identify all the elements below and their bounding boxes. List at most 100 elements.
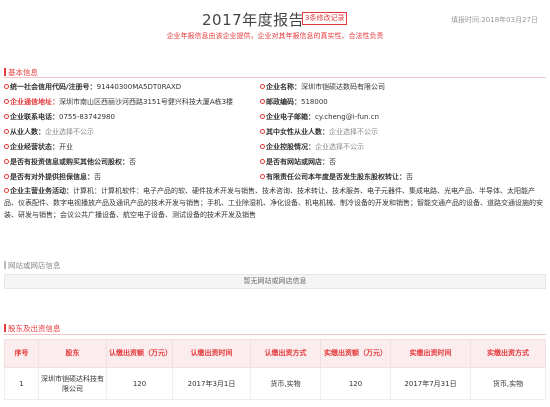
employees-field: 从业人数：企业选择不公示 <box>4 125 94 140</box>
bullet-icon <box>4 129 9 134</box>
website-field: 是否有网站或网店：否 <box>260 155 336 170</box>
email-field: 企业电子邮箱：cy.cheng@i-fun.cn <box>260 110 379 125</box>
col-header-paid-method: 实缴出资方式 <box>470 339 546 368</box>
section-shareholders-title: 股东及出资信息 <box>8 324 61 333</box>
cell-paid-date: 2017年7月31日 <box>390 367 471 400</box>
employees-label: 从业人数： <box>10 128 45 136</box>
basic-info-panel: 统一社会信用代码/注册号：91440300MA5DT0RAXD 企业名称：深圳市… <box>4 76 546 235</box>
col-header-subscribed-method: 认缴出资方式 <box>250 339 321 368</box>
female-employees-label: 其中女性从业人数： <box>266 128 329 136</box>
bullet-icon <box>260 99 265 104</box>
cell-subscribed-method: 货币,实物 <box>250 367 321 400</box>
bullet-icon <box>4 99 9 104</box>
section-marker-icon <box>4 68 6 76</box>
info-row: 企业通信地址：深圳市南山区西丽沙河西路3151号健兴科技大厦A栋3楼 邮政编码：… <box>4 95 546 110</box>
fill-date: 填报时间:2018年03月27日 <box>451 16 538 24</box>
holding-field: 企业控股情况：企业选择不公示 <box>260 140 364 155</box>
bullet-icon <box>4 174 9 179</box>
section-shareholders: 股东及出资信息 <box>4 323 61 334</box>
employees-value: 企业选择不公示 <box>45 128 94 136</box>
cell-shareholder: 深圳市铠硕达科技有限公司 <box>38 367 107 400</box>
info-row: 企业主营业务活动：计算机：计算机软件：电子产品的软、硬件技术开发与销售、技术咨询… <box>4 185 546 235</box>
section-website-title: 网站或网店信息 <box>8 261 61 270</box>
bullet-icon <box>260 129 265 134</box>
bullet-icon <box>260 84 265 89</box>
bullet-icon <box>4 188 9 193</box>
cell-paid-amount: 120 <box>320 367 391 400</box>
status-label: 企业经营状态： <box>10 143 59 151</box>
status-field: 企业经营状态：开业 <box>4 140 73 155</box>
company-name-field: 企业名称：深圳市铠硕达数码有限公司 <box>260 80 385 95</box>
section-website-info: 网站或网店信息 <box>4 260 61 271</box>
guarantee-field: 是否有对外提供担保信息：否 <box>4 170 101 185</box>
info-row: 是否有对外提供担保信息：否 有限责任公司本年度是否发生股东股权转让：否 <box>4 170 546 185</box>
company-name-label: 企业名称： <box>266 83 301 91</box>
col-header-shareholder: 股东 <box>38 339 107 368</box>
transfer-field: 有限责任公司本年度是否发生股东股权转让：否 <box>260 170 413 185</box>
info-row: 企业经营状态：开业 企业控股情况：企业选择不公示 <box>4 140 546 155</box>
credit-code-label: 统一社会信用代码/注册号： <box>10 83 97 91</box>
email-label: 企业电子邮箱： <box>266 113 315 121</box>
transfer-label: 有限责任公司本年度是否发生股东股权转让： <box>266 173 406 181</box>
report-disclaimer: 企业年报信息由该企业提供，企业对其年报信息的真实性、合法性负责 <box>166 32 384 40</box>
info-row: 统一社会信用代码/注册号：91440300MA5DT0RAXD 企业名称：深圳市… <box>4 80 546 95</box>
cell-subscribed-amount: 120 <box>106 367 173 400</box>
info-row: 从业人数：企业选择不公示 其中女性从业人数：企业选择不公示 <box>4 125 546 140</box>
cell-paid-method: 货币,实物 <box>470 367 546 400</box>
table-row: 1 深圳市铠硕达科技有限公司 120 2017年3月1日 货币,实物 120 2… <box>4 367 546 400</box>
transfer-value: 否 <box>406 173 413 181</box>
invest-value: 否 <box>129 158 136 166</box>
postcode-value: 518000 <box>301 98 328 106</box>
cell-subscribed-date: 2017年3月1日 <box>172 367 251 400</box>
address-field: 企业通信地址：深圳市南山区西丽沙河西路3151号健兴科技大厦A栋3楼 <box>4 95 233 110</box>
address-label: 企业通信地址： <box>10 98 59 106</box>
col-header-subscribed-date: 认缴出资时间 <box>172 339 251 368</box>
table-header-row: 序号 股东 认缴出资额（万元） 认缴出资时间 认缴出资方式 实缴出资额（万元） … <box>4 339 546 368</box>
guarantee-value: 否 <box>94 173 101 181</box>
bullet-icon <box>4 84 9 89</box>
guarantee-label: 是否有对外提供担保信息： <box>10 173 94 181</box>
section-divider <box>4 334 546 335</box>
bullet-icon <box>260 159 265 164</box>
page-title: 2017年度报告 <box>202 11 305 29</box>
bullet-icon <box>260 174 265 179</box>
postcode-label: 邮政编码： <box>266 98 301 106</box>
website-value: 否 <box>329 158 336 166</box>
company-name-value: 深圳市铠硕达数码有限公司 <box>301 83 385 91</box>
bullet-icon <box>4 144 9 149</box>
cell-index: 1 <box>4 367 39 400</box>
col-header-paid-amount: 实缴出资额（万元） <box>320 339 391 368</box>
holding-value: 企业选择不公示 <box>315 143 364 151</box>
address-value: 深圳市南山区西丽沙河西路3151号健兴科技大厦A栋3楼 <box>59 98 234 106</box>
bullet-icon <box>260 144 265 149</box>
status-value: 开业 <box>59 143 73 151</box>
business-scope-field: 企业主营业务活动：计算机：计算机软件：电子产品的软、硬件技术开发与销售、技术咨询… <box>4 185 546 221</box>
shareholders-table: 序号 股东 认缴出资额（万元） 认缴出资时间 认缴出资方式 实缴出资额（万元） … <box>4 339 546 400</box>
credit-code-value: 91440300MA5DT0RAXD <box>96 83 182 91</box>
section-marker-icon <box>4 324 6 332</box>
business-scope-value: 计算机：计算机软件：电子产品的软、硬件技术开发与销售、技术咨询、技术转让、技术服… <box>4 187 543 219</box>
section-marker-icon <box>4 261 6 269</box>
report-header: 2017年度报告 3条修改记录 填报时间:2018年03月27日 企业年报信息由… <box>0 0 550 48</box>
invest-label: 是否有投资信息或购买其他公司股权： <box>10 158 129 166</box>
phone-field: 企业联系电话：0755-83742980 <box>4 110 115 125</box>
info-row: 企业联系电话：0755-83742980 企业电子邮箱：cy.cheng@i-f… <box>4 110 546 125</box>
female-employees-field: 其中女性从业人数：企业选择不公示 <box>260 125 378 140</box>
modify-records-link[interactable]: 3条修改记录 <box>302 12 348 25</box>
invest-field: 是否有投资信息或购买其他公司股权：否 <box>4 155 136 170</box>
postcode-field: 邮政编码：518000 <box>260 95 328 110</box>
female-employees-value: 企业选择不公示 <box>329 128 378 136</box>
website-empty-state: 暂无网站或网店信息 <box>4 274 546 289</box>
credit-code-field: 统一社会信用代码/注册号：91440300MA5DT0RAXD <box>4 80 181 95</box>
col-header-index: 序号 <box>4 339 39 368</box>
holding-label: 企业控股情况： <box>266 143 315 151</box>
bullet-icon <box>260 114 265 119</box>
col-header-paid-date: 实缴出资时间 <box>390 339 471 368</box>
email-value: cy.cheng@i-fun.cn <box>315 113 380 121</box>
bullet-icon <box>4 159 9 164</box>
phone-value: 0755-83742980 <box>59 113 115 121</box>
website-label: 是否有网站或网店： <box>266 158 329 166</box>
phone-label: 企业联系电话： <box>10 113 59 121</box>
col-header-subscribed-amount: 认缴出资额（万元） <box>106 339 173 368</box>
business-scope-label: 企业主营业务活动： <box>10 187 73 195</box>
